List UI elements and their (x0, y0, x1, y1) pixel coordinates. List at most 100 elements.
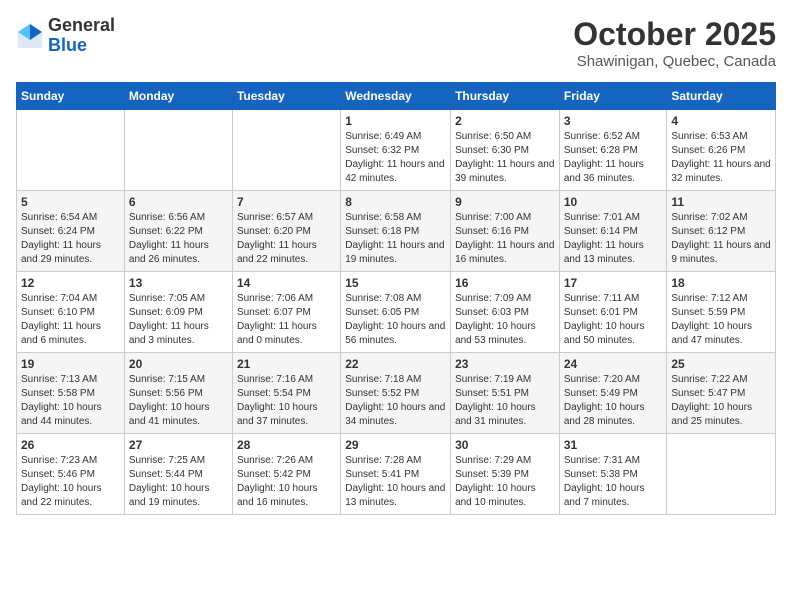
calendar-week-row: 19 Sunrise: 7:13 AM Sunset: 5:58 PM Dayli… (17, 353, 776, 434)
day-info: Sunrise: 7:13 AM Sunset: 5:58 PM Dayligh… (21, 373, 120, 429)
weekday-header: Sunday (17, 83, 125, 110)
day-number: 4 (671, 114, 771, 128)
day-info: Sunrise: 7:02 AM Sunset: 6:12 PM Dayligh… (671, 211, 771, 267)
day-info: Sunrise: 7:25 AM Sunset: 5:44 PM Dayligh… (129, 454, 228, 510)
weekday-header: Thursday (451, 83, 560, 110)
day-info: Sunrise: 7:19 AM Sunset: 5:51 PM Dayligh… (455, 373, 555, 429)
day-info: Sunrise: 7:26 AM Sunset: 5:42 PM Dayligh… (237, 454, 336, 510)
calendar-week-row: 12 Sunrise: 7:04 AM Sunset: 6:10 PM Dayli… (17, 272, 776, 353)
day-info: Sunrise: 7:29 AM Sunset: 5:39 PM Dayligh… (455, 454, 555, 510)
logo: General Blue (16, 16, 115, 56)
day-info: Sunrise: 7:28 AM Sunset: 5:41 PM Dayligh… (345, 454, 446, 510)
day-info: Sunrise: 6:50 AM Sunset: 6:30 PM Dayligh… (455, 130, 555, 186)
calendar-cell: 8 Sunrise: 6:58 AM Sunset: 6:18 PM Daylig… (341, 191, 451, 272)
day-number: 19 (21, 357, 120, 371)
day-info: Sunrise: 6:54 AM Sunset: 6:24 PM Dayligh… (21, 211, 120, 267)
day-info: Sunrise: 7:04 AM Sunset: 6:10 PM Dayligh… (21, 292, 120, 348)
day-info: Sunrise: 7:18 AM Sunset: 5:52 PM Dayligh… (345, 373, 446, 429)
day-number: 3 (564, 114, 663, 128)
calendar-cell: 31 Sunrise: 7:31 AM Sunset: 5:38 PM Dayli… (559, 434, 667, 515)
calendar-week-row: 5 Sunrise: 6:54 AM Sunset: 6:24 PM Daylig… (17, 191, 776, 272)
day-number: 28 (237, 438, 336, 452)
calendar-cell: 6 Sunrise: 6:56 AM Sunset: 6:22 PM Daylig… (124, 191, 232, 272)
calendar-cell: 2 Sunrise: 6:50 AM Sunset: 6:30 PM Daylig… (451, 110, 560, 191)
day-number: 26 (21, 438, 120, 452)
logo-text: General Blue (48, 16, 115, 56)
day-info: Sunrise: 7:20 AM Sunset: 5:49 PM Dayligh… (564, 373, 663, 429)
day-info: Sunrise: 6:58 AM Sunset: 6:18 PM Dayligh… (345, 211, 446, 267)
calendar-cell: 11 Sunrise: 7:02 AM Sunset: 6:12 PM Dayli… (667, 191, 776, 272)
day-number: 22 (345, 357, 446, 371)
logo-general: General (48, 16, 115, 36)
calendar-cell: 22 Sunrise: 7:18 AM Sunset: 5:52 PM Dayli… (341, 353, 451, 434)
day-info: Sunrise: 7:22 AM Sunset: 5:47 PM Dayligh… (671, 373, 771, 429)
day-number: 5 (21, 195, 120, 209)
title-section: October 2025 Shawinigan, Quebec, Canada (573, 16, 776, 70)
day-info: Sunrise: 7:01 AM Sunset: 6:14 PM Dayligh… (564, 211, 663, 267)
calendar-cell: 28 Sunrise: 7:26 AM Sunset: 5:42 PM Dayli… (232, 434, 340, 515)
calendar-table: SundayMondayTuesdayWednesdayThursdayFrid… (16, 82, 776, 515)
calendar-cell: 7Sunrise: 6:57 AM Sunset: 6:20 PM Daylig… (232, 191, 340, 272)
day-number: 2 (455, 114, 555, 128)
day-number: 30 (455, 438, 555, 452)
day-number: 15 (345, 276, 446, 290)
day-number: 8 (345, 195, 446, 209)
calendar-week-row: 1Sunrise: 6:49 AM Sunset: 6:32 PM Daylig… (17, 110, 776, 191)
day-number: 21 (237, 357, 336, 371)
day-info: Sunrise: 7:05 AM Sunset: 6:09 PM Dayligh… (129, 292, 228, 348)
logo-icon (16, 22, 44, 50)
day-info: Sunrise: 6:56 AM Sunset: 6:22 PM Dayligh… (129, 211, 228, 267)
day-number: 23 (455, 357, 555, 371)
day-number: 16 (455, 276, 555, 290)
calendar-cell: 14Sunrise: 7:06 AM Sunset: 6:07 PM Dayli… (232, 272, 340, 353)
day-number: 9 (455, 195, 555, 209)
calendar-cell: 17 Sunrise: 7:11 AM Sunset: 6:01 PM Dayli… (559, 272, 667, 353)
day-info: Sunrise: 7:31 AM Sunset: 5:38 PM Dayligh… (564, 454, 663, 510)
day-info: Sunrise: 7:16 AM Sunset: 5:54 PM Dayligh… (237, 373, 336, 429)
day-info: Sunrise: 6:53 AM Sunset: 6:26 PM Dayligh… (671, 130, 771, 186)
calendar-cell: 30 Sunrise: 7:29 AM Sunset: 5:39 PM Dayli… (451, 434, 560, 515)
calendar-cell: 20 Sunrise: 7:15 AM Sunset: 5:56 PM Dayli… (124, 353, 232, 434)
weekday-header: Friday (559, 83, 667, 110)
day-info: Sunrise: 7:00 AM Sunset: 6:16 PM Dayligh… (455, 211, 555, 267)
location-subtitle: Shawinigan, Quebec, Canada (573, 53, 776, 70)
calendar-cell: 26 Sunrise: 7:23 AM Sunset: 5:46 PM Dayli… (17, 434, 125, 515)
calendar-cell (667, 434, 776, 515)
calendar-cell: 29Sunrise: 7:28 AM Sunset: 5:41 PM Dayli… (341, 434, 451, 515)
day-info: Sunrise: 7:23 AM Sunset: 5:46 PM Dayligh… (21, 454, 120, 510)
day-number: 24 (564, 357, 663, 371)
day-info: Sunrise: 7:08 AM Sunset: 6:05 PM Dayligh… (345, 292, 446, 348)
calendar-cell: 9 Sunrise: 7:00 AM Sunset: 6:16 PM Daylig… (451, 191, 560, 272)
calendar-cell: 3Sunrise: 6:52 AM Sunset: 6:28 PM Daylig… (559, 110, 667, 191)
calendar-cell (17, 110, 125, 191)
calendar-cell: 19 Sunrise: 7:13 AM Sunset: 5:58 PM Dayli… (17, 353, 125, 434)
logo-blue: Blue (48, 36, 115, 56)
day-number: 10 (564, 195, 663, 209)
calendar-cell: 16Sunrise: 7:09 AM Sunset: 6:03 PM Dayli… (451, 272, 560, 353)
day-info: Sunrise: 7:06 AM Sunset: 6:07 PM Dayligh… (237, 292, 336, 348)
weekday-header: Tuesday (232, 83, 340, 110)
day-number: 27 (129, 438, 228, 452)
day-info: Sunrise: 7:11 AM Sunset: 6:01 PM Dayligh… (564, 292, 663, 348)
calendar-cell: 27 Sunrise: 7:25 AM Sunset: 5:44 PM Dayli… (124, 434, 232, 515)
day-number: 31 (564, 438, 663, 452)
weekday-header: Wednesday (341, 83, 451, 110)
calendar-cell (124, 110, 232, 191)
calendar-cell: 12 Sunrise: 7:04 AM Sunset: 6:10 PM Dayli… (17, 272, 125, 353)
weekday-header: Monday (124, 83, 232, 110)
day-info: Sunrise: 6:49 AM Sunset: 6:32 PM Dayligh… (345, 130, 446, 186)
day-number: 6 (129, 195, 228, 209)
calendar-cell: 5 Sunrise: 6:54 AM Sunset: 6:24 PM Daylig… (17, 191, 125, 272)
day-number: 17 (564, 276, 663, 290)
day-number: 20 (129, 357, 228, 371)
calendar-cell: 24 Sunrise: 7:20 AM Sunset: 5:49 PM Dayli… (559, 353, 667, 434)
calendar-cell: 10 Sunrise: 7:01 AM Sunset: 6:14 PM Dayli… (559, 191, 667, 272)
day-info: Sunrise: 7:15 AM Sunset: 5:56 PM Dayligh… (129, 373, 228, 429)
day-number: 11 (671, 195, 771, 209)
calendar-cell: 15 Sunrise: 7:08 AM Sunset: 6:05 PM Dayli… (341, 272, 451, 353)
weekday-header-row: SundayMondayTuesdayWednesdayThursdayFrid… (17, 83, 776, 110)
day-number: 12 (21, 276, 120, 290)
calendar-cell: 25 Sunrise: 7:22 AM Sunset: 5:47 PM Dayli… (667, 353, 776, 434)
day-number: 25 (671, 357, 771, 371)
calendar-cell: 18Sunrise: 7:12 AM Sunset: 5:59 PM Dayli… (667, 272, 776, 353)
